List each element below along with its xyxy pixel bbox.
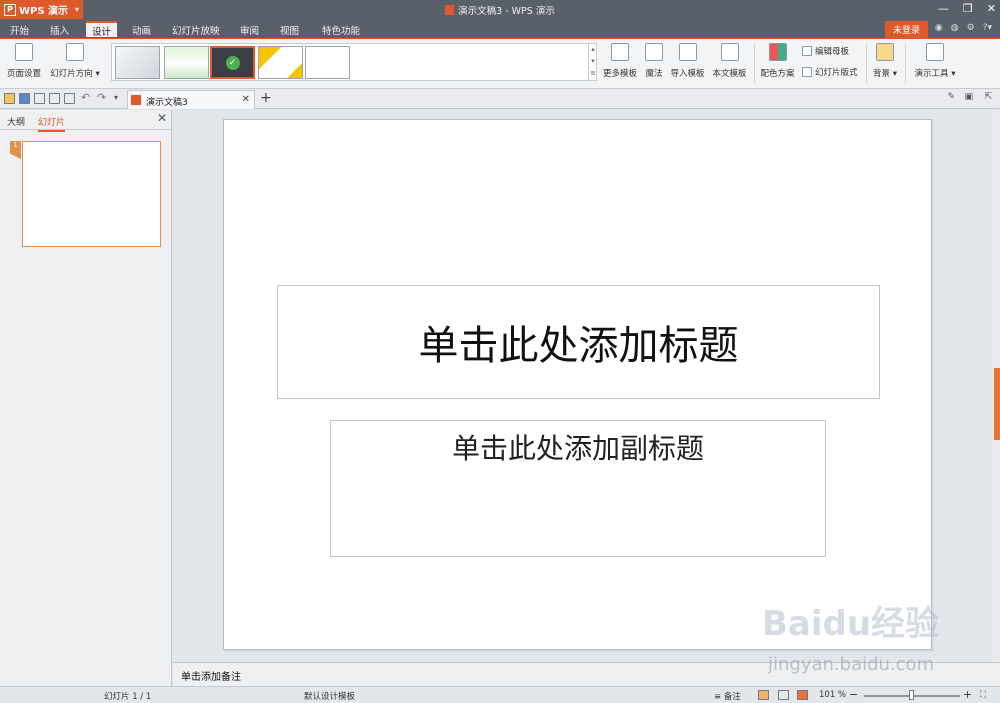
presentation-icon <box>445 5 455 15</box>
vertical-scrollbar[interactable] <box>993 110 1000 662</box>
magic-wand-icon <box>645 43 663 61</box>
template-thumb[interactable] <box>258 46 303 79</box>
slide-counter: 幻灯片 1 / 1 <box>104 692 152 702</box>
open-icon[interactable] <box>4 93 15 104</box>
tab-design[interactable]: 设计 <box>86 21 118 38</box>
fullscreen-icon[interactable]: ⇱ <box>984 92 992 102</box>
status-bar: 幻灯片 1 / 1 默认设计模板 ≡ 备注 101 % − + ⛶ <box>0 686 1000 703</box>
settings-icon[interactable]: ⚙ <box>967 23 975 33</box>
notes-toggle[interactable]: ≡ 备注 <box>714 690 741 702</box>
slide-orientation-button[interactable]: 幻灯片方向 ▾ <box>48 43 102 79</box>
slides-pane: 大纲 幻灯片 ✕ 1 <box>0 110 172 686</box>
new-tab-icon[interactable]: + <box>260 90 272 106</box>
export-pdf-icon[interactable] <box>34 93 45 104</box>
page-setup-button[interactable]: 页面设置 <box>5 43 43 79</box>
more-templates-button[interactable]: 更多模板 <box>602 43 638 79</box>
fit-window-icon[interactable]: ⛶ <box>980 690 986 700</box>
skin-icon[interactable]: ◉ <box>935 23 943 33</box>
slide-thumbnail[interactable] <box>22 141 161 247</box>
import-template-button[interactable]: 导入模板 <box>669 43 706 79</box>
zoom-out-icon[interactable]: − <box>849 688 858 701</box>
login-button[interactable]: 未登录 <box>884 21 928 38</box>
print-preview-icon[interactable] <box>64 93 75 104</box>
menu-bar: 开始 插入 设计 动画 幻灯片放映 审阅 视图 特色功能 未登录 ◉ ◍ ⚙ ?… <box>0 20 1000 38</box>
tab-slideshow[interactable]: 幻灯片放映 <box>166 22 226 38</box>
ribbon-separator <box>905 43 906 83</box>
customize-icon[interactable]: ▾ <box>114 93 118 102</box>
template-thumb-selected[interactable]: ✓ <box>210 46 255 79</box>
window-controls: — ❐ ✕ <box>938 2 996 15</box>
watermark-url: jingyan.baidu.com <box>768 654 935 675</box>
import-icon <box>678 43 697 61</box>
help-icon[interactable]: ?▾ <box>983 23 992 33</box>
redo-icon[interactable]: ↷ <box>97 91 106 104</box>
template-gallery: ✓ <box>111 43 597 81</box>
gallery-scroll[interactable]: ▴ ▾ ≡ <box>588 43 597 81</box>
window-title: 演示文稿3 - WPS 演示 <box>0 3 1000 17</box>
slide-canvas[interactable]: 单击此处添加标题 单击此处添加副标题 <box>223 119 932 650</box>
title-bar: P WPS 演示 ▾ 演示文稿3 - WPS 演示 — ❐ ✕ <box>0 0 1000 20</box>
ribbon-separator <box>866 43 867 83</box>
close-pane-icon[interactable]: ✕ <box>157 111 167 125</box>
color-scheme-button[interactable]: 配色方案 <box>759 43 796 79</box>
document-tab[interactable]: 演示文稿3 ✕ <box>127 90 255 109</box>
layout-icon <box>802 67 812 77</box>
tab-outline[interactable]: 大纲 <box>7 115 25 128</box>
close-icon[interactable]: ✕ <box>987 2 996 15</box>
tab-insert[interactable]: 插入 <box>44 22 75 38</box>
zoom-slider-handle[interactable] <box>909 690 914 700</box>
quick-access-bar: ↶ ↷ ▾ 演示文稿3 ✕ + ✎ ▣ ⇱ <box>0 89 1000 109</box>
save-icon[interactable] <box>19 93 30 104</box>
undo-icon[interactable]: ↶ <box>81 91 90 104</box>
slide-editor: 单击此处添加标题 单击此处添加副标题 <box>173 110 993 662</box>
minimize-icon[interactable]: — <box>938 2 949 15</box>
tab-review[interactable]: 审阅 <box>234 22 265 38</box>
presentation-icon <box>131 95 141 105</box>
background-button[interactable]: 背景 ▾ <box>871 43 899 79</box>
page-setup-icon <box>15 43 33 61</box>
palette-icon <box>768 43 787 61</box>
presentation-tools-button[interactable]: 演示工具 ▾ <box>911 43 959 79</box>
template-icon <box>720 43 739 61</box>
zoom-in-icon[interactable]: + <box>963 688 972 701</box>
pane-tabs: 大纲 幻灯片 ✕ <box>0 110 172 132</box>
tools-icon <box>926 43 944 61</box>
tab-slides[interactable]: 幻灯片 <box>38 115 66 132</box>
orientation-icon <box>66 43 84 61</box>
tab-special[interactable]: 特色功能 <box>316 22 366 38</box>
print-icon[interactable] <box>49 93 60 104</box>
title-placeholder[interactable]: 单击此处添加标题 <box>277 285 880 399</box>
tab-home[interactable]: 开始 <box>4 22 35 38</box>
edit-master-button[interactable]: 编辑母板 <box>802 45 849 57</box>
tab-view[interactable]: 视图 <box>274 22 305 38</box>
magic-button[interactable]: 魔法 <box>642 43 666 79</box>
close-tab-icon[interactable]: ✕ <box>242 94 250 105</box>
master-icon <box>802 46 812 56</box>
slide-sorter-icon[interactable] <box>778 690 789 700</box>
slide-number-badge: 1 <box>10 141 21 159</box>
slideshow-icon[interactable] <box>797 690 808 700</box>
template-thumb[interactable] <box>164 46 209 79</box>
subtitle-placeholder[interactable]: 单击此处添加副标题 <box>330 420 826 557</box>
zoom-level[interactable]: 101 % <box>819 690 846 700</box>
ribbon-separator <box>754 43 755 83</box>
menubar-icons: ◉ ◍ ⚙ ?▾ <box>935 23 992 33</box>
check-icon: ✓ <box>225 56 240 70</box>
pin-icon[interactable]: ✎ <box>947 92 955 102</box>
templates-icon <box>611 43 629 61</box>
baidu-watermark: Baidu经验 jingyan.baidu.com <box>762 604 940 675</box>
background-icon <box>876 43 894 61</box>
tab-animation[interactable]: 动画 <box>126 22 157 38</box>
feedback-icon[interactable]: ◍ <box>951 23 959 33</box>
template-name: 默认设计模板 <box>304 692 356 702</box>
normal-view-icon[interactable] <box>758 690 769 700</box>
scrollbar-thumb[interactable] <box>994 368 1000 440</box>
restore-pane-icon[interactable]: ▣ <box>964 92 973 102</box>
template-thumb[interactable] <box>115 46 160 79</box>
ribbon: 页面设置 幻灯片方向 ▾ ✓ ▴ ▾ ≡ 更多模板 魔法 导入模板 本文模板 配色方… <box>0 38 1000 89</box>
this-template-button[interactable]: 本文模板 <box>711 43 748 79</box>
template-thumb[interactable] <box>305 46 350 79</box>
slide-layout-button[interactable]: 幻灯片版式 <box>802 66 858 78</box>
restore-icon[interactable]: ❐ <box>963 2 973 15</box>
